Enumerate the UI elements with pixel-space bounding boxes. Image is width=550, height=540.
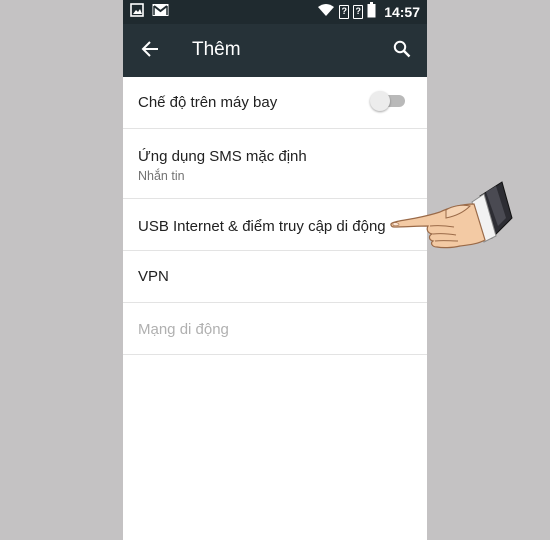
settings-list: Chế độ trên máy bay Ứng dụng SMS mặc địn… — [123, 77, 427, 355]
airplane-mode-toggle[interactable] — [370, 91, 405, 111]
gmail-icon — [152, 3, 169, 22]
back-button[interactable] — [137, 38, 163, 64]
list-item-default-sms[interactable]: Ứng dụng SMS mặc định Nhắn tin — [123, 129, 427, 199]
list-item-vpn[interactable]: VPN — [123, 251, 427, 303]
status-system: ? ? 14:57 — [317, 1, 420, 23]
status-time: 14:57 — [384, 4, 420, 20]
list-item-mobile-network: Mạng di động — [123, 303, 427, 355]
list-item-title: USB Internet & điểm truy cập di động — [138, 218, 386, 235]
image-icon — [130, 2, 144, 22]
list-item-subtitle: Nhắn tin — [138, 169, 185, 183]
status-notifications — [130, 2, 169, 22]
wifi-icon — [317, 3, 335, 22]
toggle-thumb — [370, 91, 390, 111]
list-item-title: Ứng dụng SMS mặc định — [138, 148, 307, 165]
list-item-title: VPN — [138, 268, 169, 285]
arrow-left-icon — [141, 40, 159, 63]
list-item-title: Mạng di động — [138, 321, 229, 338]
phone-screen: ? ? 14:57 Thêm Chế độ trên máy bay Ứng d… — [123, 0, 427, 540]
sim2-icon: ? — [353, 5, 364, 19]
sim1-icon: ? — [339, 5, 350, 19]
battery-icon — [367, 1, 376, 23]
status-bar: ? ? 14:57 — [123, 0, 427, 24]
list-item-airplane-mode[interactable]: Chế độ trên máy bay — [123, 77, 427, 129]
search-icon — [393, 40, 411, 63]
search-button[interactable] — [389, 38, 415, 64]
list-item-usb-tethering-hotspot[interactable]: USB Internet & điểm truy cập di động — [123, 199, 427, 251]
app-bar: Thêm — [123, 24, 427, 77]
pointing-hand-icon — [388, 178, 516, 258]
page-title: Thêm — [192, 39, 241, 60]
